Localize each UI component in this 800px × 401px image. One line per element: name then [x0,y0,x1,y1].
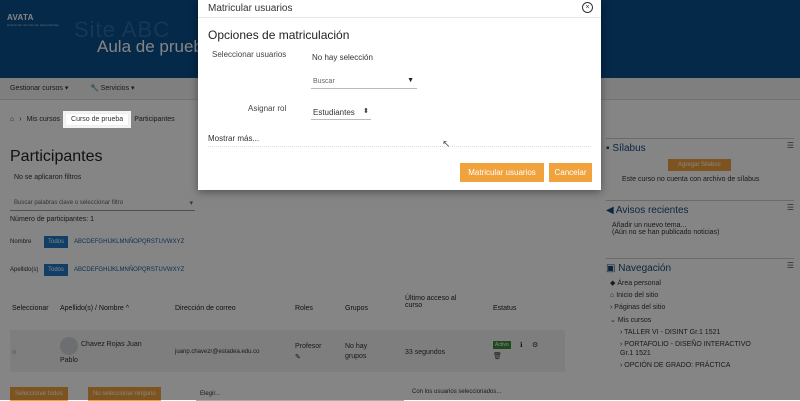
updown-chevron-icon: ⬍ [363,108,369,115]
enrol-users-dialog: Matricular usuarios × Opciones de matric… [198,0,601,190]
divider [208,146,591,147]
show-more-link[interactable]: Mostrar más... [208,134,259,143]
role-select[interactable]: Estudiantes ⬍ [311,104,371,120]
no-selection-text: No hay selección [312,53,373,62]
enrol-users-button[interactable]: Matricular usuarios [460,163,544,182]
cancel-button[interactable]: Cancelar [549,163,592,182]
close-icon[interactable]: × [582,2,593,13]
modal-title: Matricular usuarios [208,3,293,14]
enrol-options-heading: Opciones de matriculación [208,28,350,42]
chevron-down-icon: ▼ [407,77,414,84]
assign-role-label: Asignar rol [248,104,287,113]
breadcrumb-course[interactable]: Curso de prueba [65,113,130,126]
mouse-cursor-icon: ↖ [442,139,451,150]
user-search-select[interactable]: Buscar ▼ [311,74,417,89]
modal-header: Matricular usuarios × [198,0,601,18]
select-users-label: Seleccionar usuarios [212,50,287,59]
